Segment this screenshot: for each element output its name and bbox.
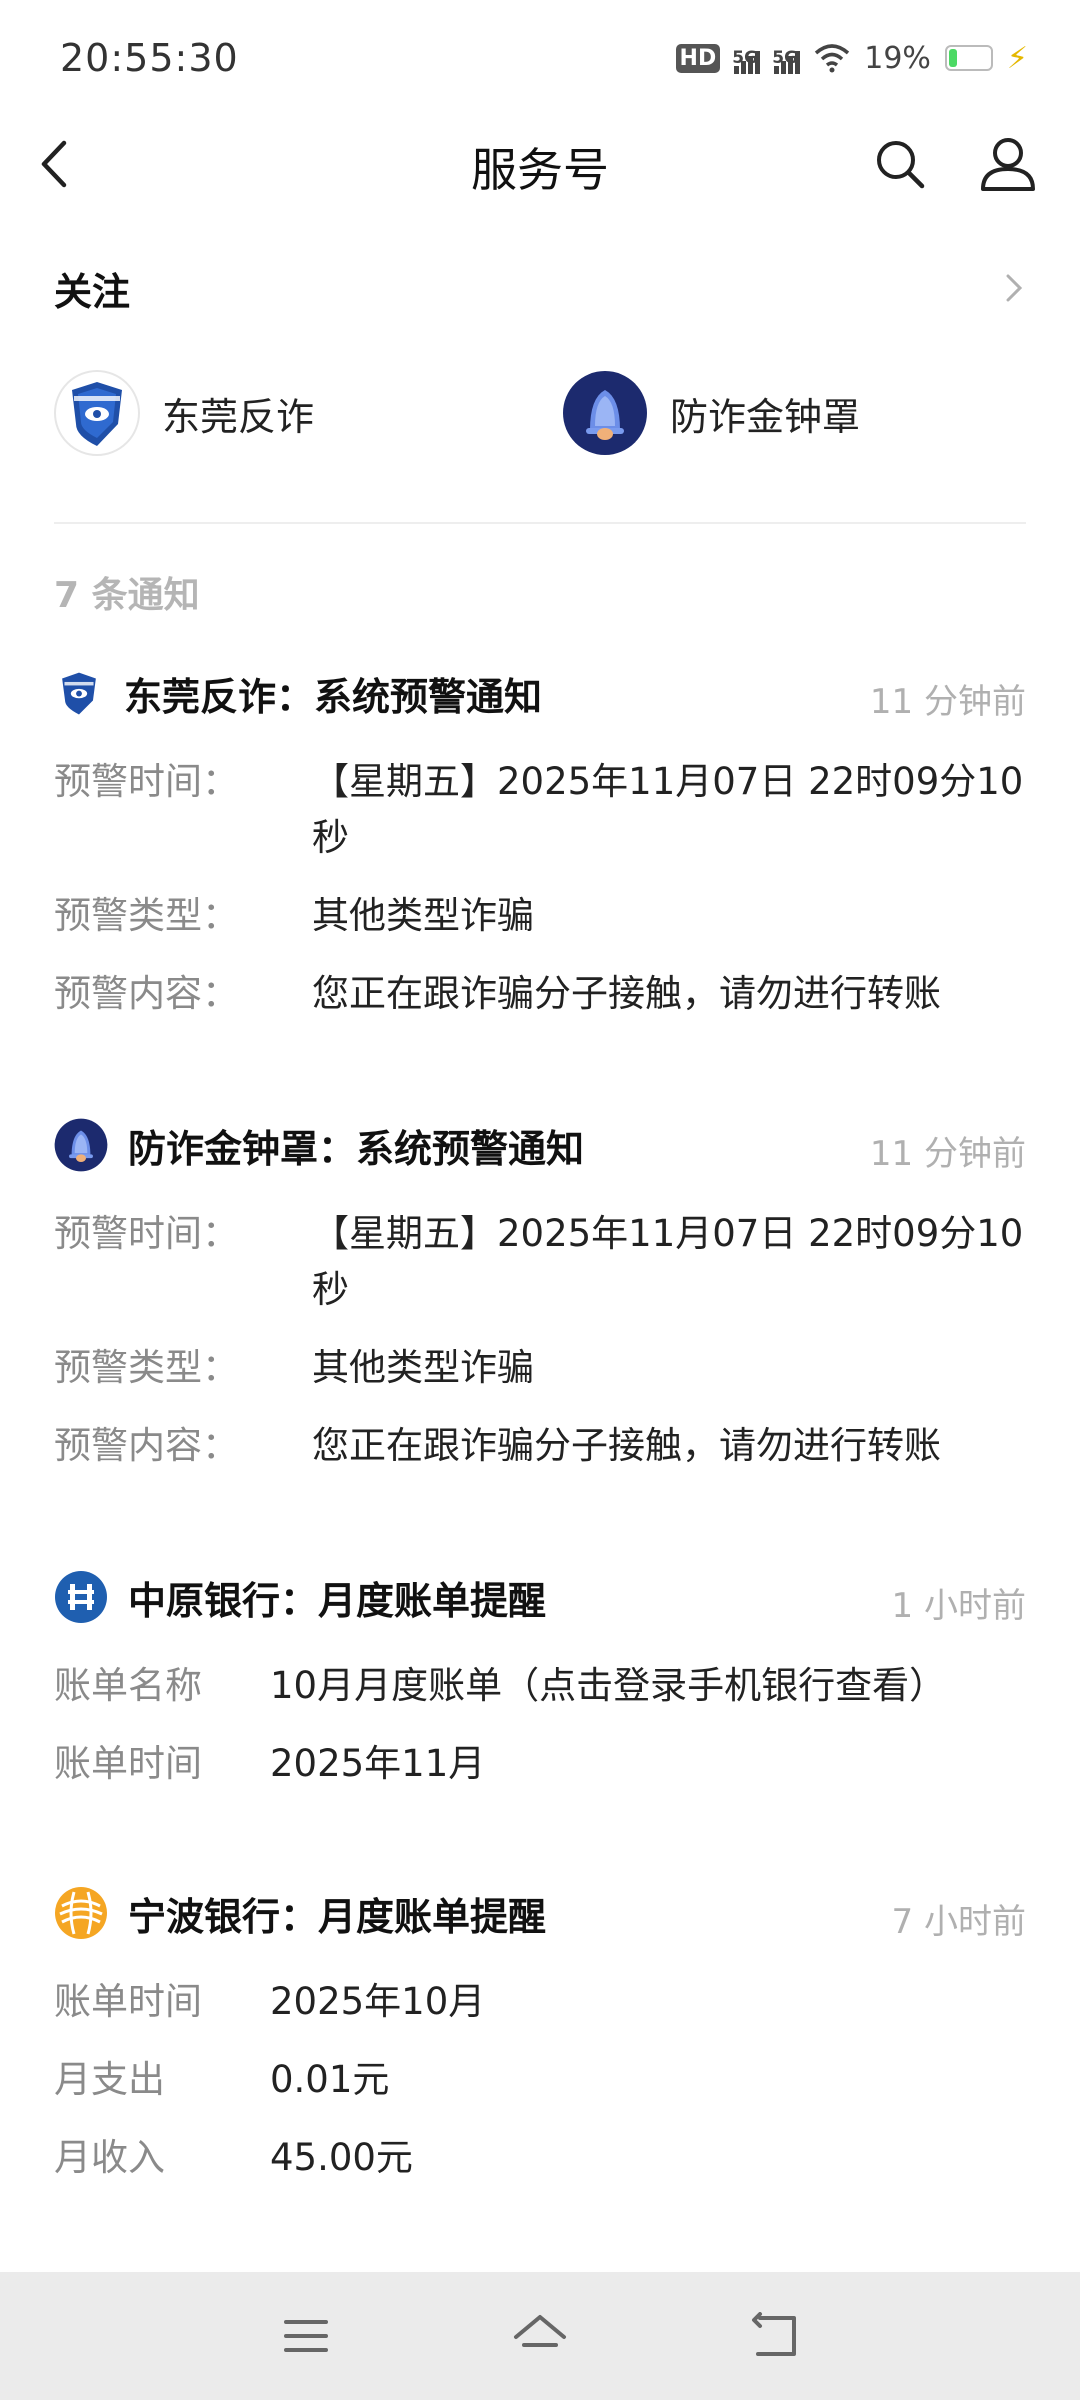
back-nav-icon[interactable]	[742, 2304, 806, 2368]
follow-name: 东莞反诈	[162, 394, 315, 439]
notice-time: 11 分钟前	[869, 682, 1026, 722]
nav-bar: 服务号	[0, 116, 1080, 226]
notice-header: 防诈金钟罩：系统预警通知 11 分钟前	[54, 1110, 1026, 1180]
dongguan-police-badge-icon	[62, 672, 96, 715]
follow-list: 东莞反诈 防诈金钟罩	[0, 370, 1080, 460]
status-time: 20:55:30	[60, 36, 239, 80]
field-label: 预警类型：	[54, 894, 239, 937]
field-label: 预警时间：	[54, 1212, 239, 1255]
field-label: 预警内容：	[54, 1424, 239, 1467]
field-label: 月支出	[54, 2058, 165, 2101]
follow-title: 关注	[54, 269, 131, 314]
field-value: 10月月度账单（点击登录手机银行查看）	[270, 1664, 947, 1707]
notice-card-fangzha[interactable]: 防诈金钟罩：系统预警通知 11 分钟前 预警时间： 【星期五】2025年11月0…	[54, 1110, 1026, 1474]
notice-field: 月支出 0.01元	[54, 2052, 1026, 2108]
notice-field: 预警类型： 其他类型诈骗	[54, 1340, 1026, 1396]
field-value: 您正在跟诈骗分子接触，请勿进行转账	[312, 1424, 941, 1467]
notice-title: 东莞反诈：系统预警通知	[124, 674, 543, 719]
notice-title: 防诈金钟罩：系统预警通知	[128, 1126, 585, 1171]
follow-item-fangzha[interactable]: 防诈金钟罩	[562, 370, 860, 456]
notice-time: 11 分钟前	[869, 1134, 1026, 1174]
search-icon[interactable]	[868, 132, 932, 196]
divider	[54, 522, 1026, 524]
notice-title: 中原银行：月度账单提醒	[128, 1578, 547, 1623]
notice-field: 账单名称 10月月度账单（点击登录手机银行查看）	[54, 1658, 1026, 1714]
field-value: 2025年10月	[270, 1980, 486, 2023]
signal-2-icon: 5G	[772, 42, 801, 74]
field-label: 预警内容：	[54, 972, 239, 1015]
golden-bell-icon	[563, 371, 647, 455]
field-value: 【星期五】2025年11月07日 22时09分10秒	[312, 760, 1024, 859]
field-label: 月收入	[54, 2136, 165, 2179]
status-bar: 20:55:30 HD 5G 5G 19% ⚡	[0, 0, 1080, 116]
hd-voice-icon: HD	[675, 43, 721, 73]
notice-header: 宁波银行：月度账单提醒 7 小时前	[54, 1878, 1026, 1948]
wifi-icon	[815, 44, 850, 73]
zhongyuan-bank-logo-icon	[55, 1571, 107, 1623]
field-value: 0.01元	[270, 2058, 390, 2101]
golden-bell-icon	[54, 1118, 108, 1172]
field-value: 45.00元	[270, 2136, 413, 2179]
signal-1-icon: 5G	[732, 42, 761, 74]
chevron-right-icon	[1006, 274, 1023, 302]
notice-title: 宁波银行：月度账单提醒	[128, 1894, 547, 1939]
menu-icon[interactable]	[274, 2304, 338, 2368]
notice-header: 东莞反诈：系统预警通知 11 分钟前	[54, 658, 1026, 728]
field-value: 2025年11月	[270, 1742, 486, 1785]
field-label: 预警类型：	[54, 1346, 239, 1389]
follow-name: 防诈金钟罩	[670, 394, 861, 439]
notice-field: 预警内容： 您正在跟诈骗分子接触，请勿进行转账	[54, 1418, 1026, 1474]
field-label: 账单时间	[54, 1980, 202, 2023]
status-icons: HD 5G 5G 19% ⚡	[675, 40, 1028, 76]
notice-card-ningbo-bank[interactable]: 宁波银行：月度账单提醒 7 小时前 账单时间 2025年10月 月支出 0.01…	[54, 1878, 1026, 2186]
field-value: 其他类型诈骗	[312, 1346, 534, 1389]
system-nav-bar	[0, 2272, 1080, 2400]
field-label: 账单时间	[54, 1742, 202, 1785]
battery-icon	[944, 45, 993, 71]
notice-field: 月收入 45.00元	[54, 2130, 1026, 2186]
notice-field: 预警时间： 【星期五】2025年11月07日 22时09分10秒	[54, 1206, 1026, 1318]
notice-card-zhongyuan-bank[interactable]: 中原银行：月度账单提醒 1 小时前 账单名称 10月月度账单（点击登录手机银行查…	[54, 1562, 1026, 1792]
follow-header[interactable]: 关注	[54, 258, 1026, 318]
notice-header: 中原银行：月度账单提醒 1 小时前	[54, 1562, 1026, 1632]
notice-time: 7 小时前	[891, 1902, 1026, 1942]
field-value: 其他类型诈骗	[312, 894, 534, 937]
notice-field: 预警内容： 您正在跟诈骗分子接触，请勿进行转账	[54, 966, 1026, 1022]
field-value: 【星期五】2025年11月07日 22时09分10秒	[312, 1212, 1024, 1311]
home-icon[interactable]	[508, 2304, 572, 2368]
field-label: 账单名称	[54, 1664, 202, 1707]
battery-percent: 19%	[864, 40, 931, 76]
notice-count: 7 条通知	[54, 575, 200, 616]
profile-icon[interactable]	[976, 132, 1040, 196]
notice-card-dongguan[interactable]: 东莞反诈：系统预警通知 11 分钟前 预警时间： 【星期五】2025年11月07…	[54, 658, 1026, 1022]
dongguan-police-badge-icon	[54, 370, 140, 456]
notice-field: 账单时间 2025年11月	[54, 1736, 1026, 1792]
notice-field: 预警时间： 【星期五】2025年11月07日 22时09分10秒	[54, 754, 1026, 866]
notice-time: 1 小时前	[891, 1586, 1026, 1626]
notice-field: 账单时间 2025年10月	[54, 1974, 1026, 2030]
field-value: 您正在跟诈骗分子接触，请勿进行转账	[312, 972, 941, 1015]
charging-icon: ⚡	[1006, 40, 1028, 76]
notice-field: 预警类型： 其他类型诈骗	[54, 888, 1026, 944]
follow-item-dongguan[interactable]: 东莞反诈	[54, 370, 314, 456]
field-label: 预警时间：	[54, 760, 239, 803]
ningbo-bank-logo-icon	[55, 1887, 107, 1939]
